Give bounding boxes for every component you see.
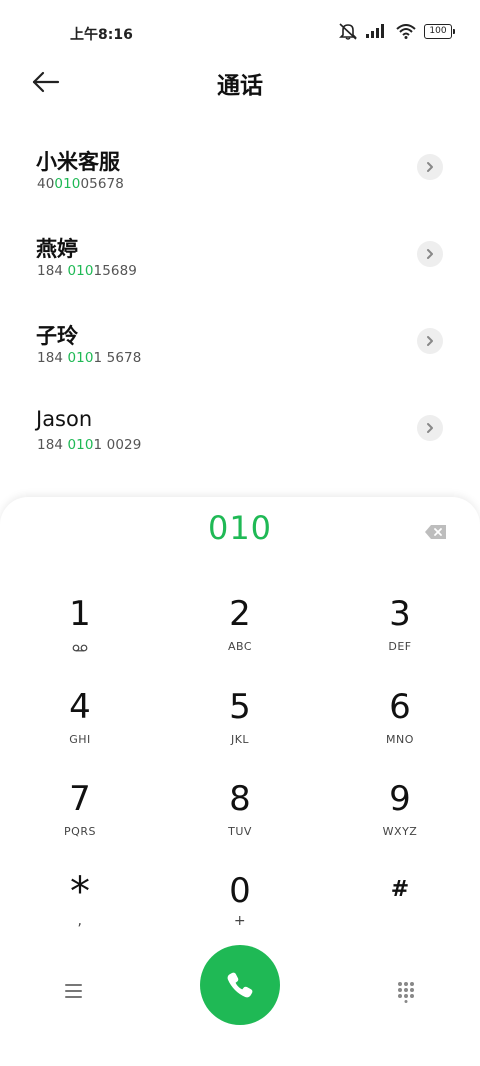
key-digit: 0 [229, 871, 251, 911]
number-suffix: 1 0029 [93, 437, 142, 453]
chevron-right-icon [427, 249, 433, 259]
key-digit: 9 [389, 779, 411, 819]
key-letters: WXYZ [382, 825, 418, 838]
dialed-number: 010 [207, 509, 273, 547]
key-digit: 8 [229, 779, 251, 819]
key-letters: ABC [227, 640, 253, 653]
page-title: 通话 [217, 73, 263, 99]
contact-item[interactable]: 小米客服 4001005678 [0, 146, 480, 216]
key-3[interactable]: 3 DEF [330, 594, 470, 674]
contact-item[interactable]: Jason 184 0101 0029 [0, 407, 480, 477]
contact-detail-button[interactable] [417, 415, 443, 441]
number-match: 010 [67, 263, 94, 279]
contact-number: 184 01015689 [37, 263, 137, 279]
dialpad-toggle-button[interactable] [397, 981, 415, 1007]
number-match: 010 [67, 437, 94, 453]
backspace-icon [425, 525, 446, 539]
key-letters: TUV [228, 825, 252, 838]
key-digit: 7 [69, 779, 91, 819]
number-match: 010 [54, 176, 81, 192]
contact-name: Jason [36, 407, 93, 431]
number-prefix: 184 [37, 437, 68, 453]
key-letters: PQRS [64, 825, 96, 838]
number-suffix: 1 5678 [93, 350, 142, 366]
wifi-icon [396, 23, 416, 39]
contact-item[interactable]: 子玲 184 0101 5678 [0, 320, 480, 390]
contact-number: 4001005678 [37, 176, 124, 192]
number-suffix: 05678 [80, 176, 124, 192]
backspace-button[interactable] [425, 524, 447, 540]
dialpad-icon [398, 982, 414, 1003]
call-button[interactable] [200, 945, 280, 1025]
key-digit: * [70, 869, 90, 915]
status-time: 上午8:16 [70, 27, 133, 43]
status-bar: 上午8:16 100 [0, 0, 480, 64]
key-digit: # [390, 877, 410, 902]
contact-name: 燕婷 [36, 237, 78, 261]
menu-icon [65, 984, 82, 998]
mute-bell-icon [339, 23, 357, 40]
key-letters: JKL [230, 733, 250, 746]
number-suffix: 15689 [93, 263, 137, 279]
key-letters: MNO [386, 733, 414, 746]
key-6[interactable]: 6 MNO [330, 687, 470, 767]
key-digit: 2 [229, 594, 251, 634]
signal-icon [366, 24, 384, 38]
contact-name: 子玲 [36, 324, 78, 348]
key-letters: GHI [69, 733, 91, 746]
contact-detail-button[interactable] [417, 241, 443, 267]
header: 通话 [0, 60, 480, 104]
key-digit: 3 [389, 594, 411, 634]
key-letters: DEF [388, 640, 412, 653]
chevron-right-icon [427, 336, 433, 346]
number-prefix: 184 [37, 263, 68, 279]
dialpad-panel: 010 1 2 ABC 3 DEF 4 GHI 5 JKL 6 MNO 7 PQ… [0, 497, 480, 1066]
menu-button[interactable] [64, 983, 84, 1003]
contact-item[interactable]: 燕婷 184 01015689 [0, 233, 480, 303]
number-prefix: 184 [37, 350, 68, 366]
key-star[interactable]: * , [10, 869, 150, 951]
key-8[interactable]: 8 TUV [170, 779, 310, 859]
key-0[interactable]: 0 + [170, 871, 310, 951]
phone-icon [227, 972, 253, 998]
contact-detail-button[interactable] [417, 328, 443, 354]
key-7[interactable]: 7 PQRS [10, 779, 150, 859]
key-9[interactable]: 9 WXYZ [330, 779, 470, 859]
key-digit: 1 [69, 594, 91, 634]
contact-detail-button[interactable] [417, 154, 443, 180]
key-5[interactable]: 5 JKL [170, 687, 310, 767]
chevron-right-icon [427, 423, 433, 433]
key-letters: , [77, 913, 83, 929]
chevron-right-icon [427, 162, 433, 172]
status-icons: 100 [338, 22, 455, 40]
key-letters: + [233, 913, 247, 929]
battery-icon: 100 [424, 23, 455, 39]
key-4[interactable]: 4 GHI [10, 687, 150, 767]
key-hash[interactable]: # [330, 871, 470, 951]
key-digit: 4 [69, 687, 91, 727]
contact-name: 小米客服 [36, 150, 120, 174]
number-prefix: 40 [37, 176, 55, 192]
key-digit: 5 [229, 687, 251, 727]
contact-number: 184 0101 5678 [37, 350, 141, 366]
contact-number: 184 0101 0029 [37, 437, 141, 453]
key-2[interactable]: 2 ABC [170, 594, 310, 674]
number-match: 010 [67, 350, 94, 366]
voicemail-icon [72, 644, 88, 652]
key-digit: 6 [389, 687, 411, 727]
key-1[interactable]: 1 [10, 594, 150, 674]
